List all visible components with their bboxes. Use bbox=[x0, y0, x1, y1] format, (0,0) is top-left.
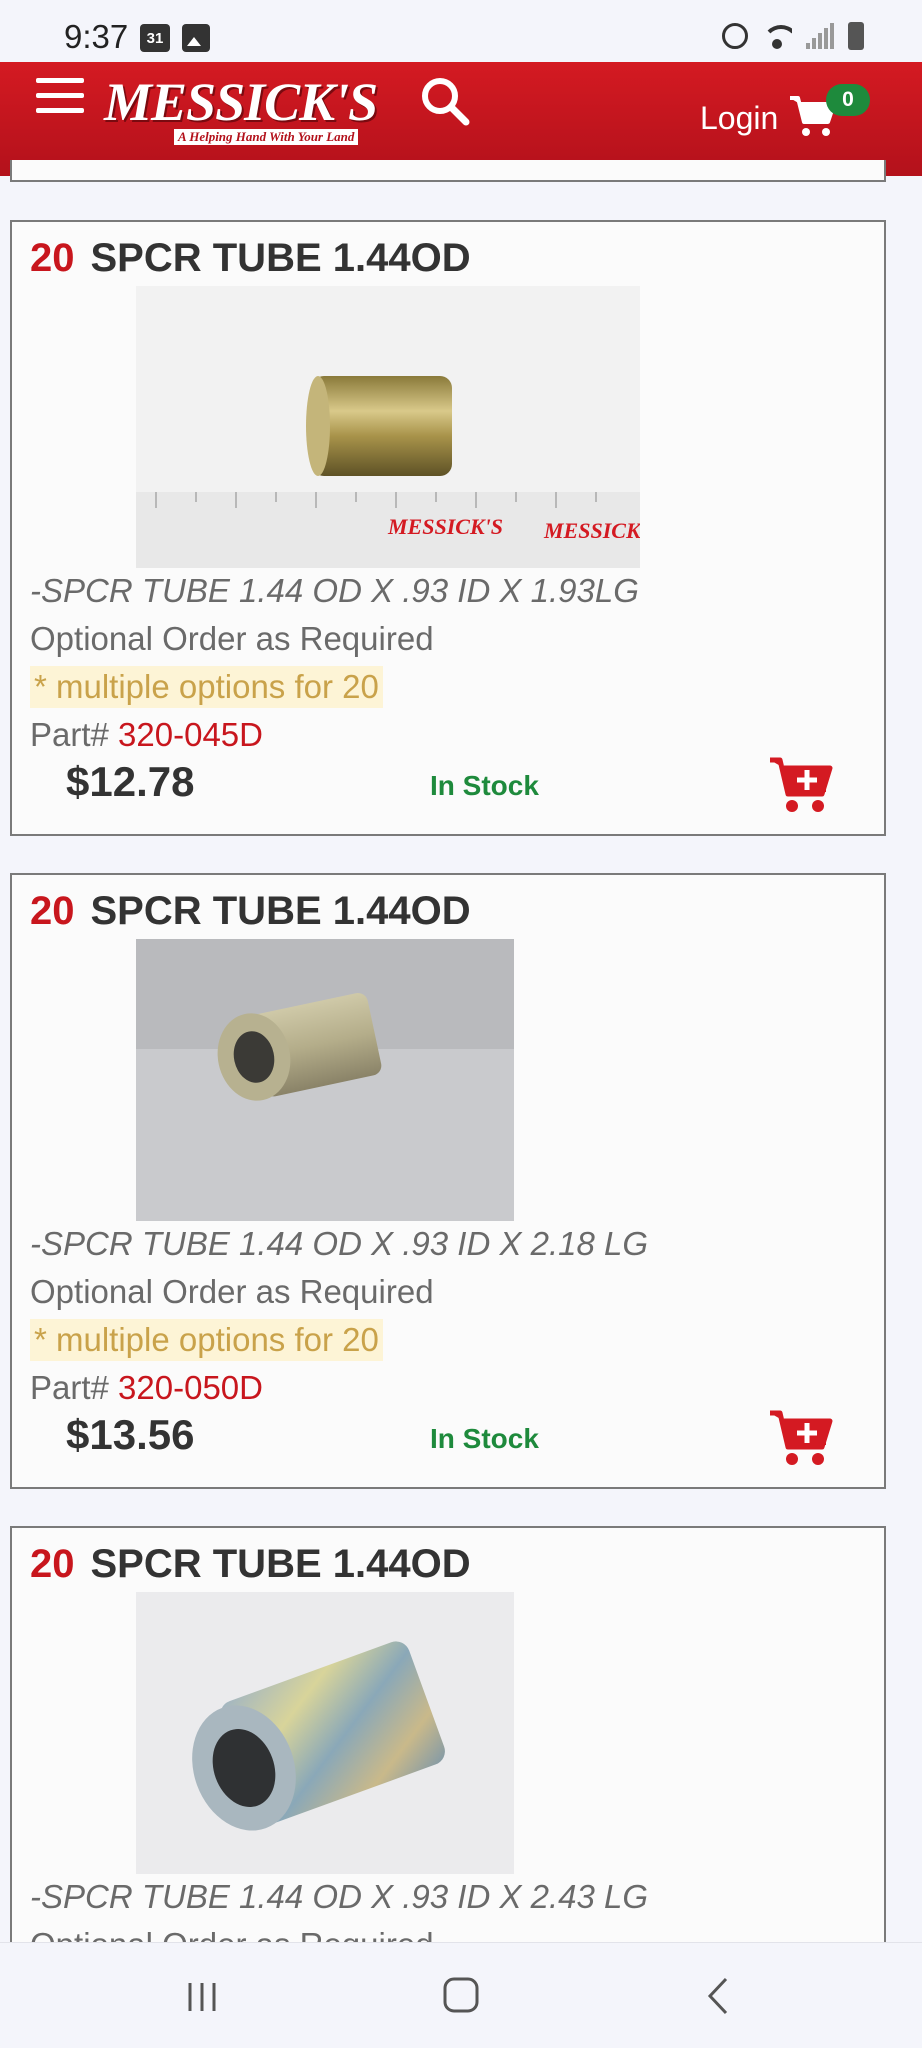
search-icon[interactable] bbox=[418, 74, 472, 128]
ruler-brand-text: MESSICK'S bbox=[543, 518, 640, 543]
status-icons bbox=[722, 22, 864, 50]
add-to-cart-icon[interactable] bbox=[768, 1407, 834, 1469]
part-number-value[interactable]: 320-050D bbox=[118, 1369, 263, 1406]
system-nav-bar bbox=[0, 1942, 922, 2048]
home-icon[interactable] bbox=[431, 1971, 491, 2021]
wifi-icon bbox=[762, 23, 792, 49]
part-label: Part# bbox=[30, 716, 109, 753]
stock-status: In Stock bbox=[430, 770, 539, 801]
signal-icon bbox=[806, 23, 834, 49]
cart-count-badge: 0 bbox=[826, 84, 870, 116]
product-name: SPCR TUBE 1.44OD bbox=[90, 1542, 471, 1586]
product-card[interactable]: 20 SPCR TUBE 1.44OD -SPCR TUBE 1.44 OD X … bbox=[10, 1526, 886, 1963]
image-icon bbox=[182, 24, 210, 52]
recent-apps-icon[interactable] bbox=[172, 1971, 232, 2021]
alarm-icon bbox=[722, 23, 748, 49]
multiple-options-note[interactable]: * multiple options for 20 bbox=[30, 666, 383, 708]
calendar-icon: 31 bbox=[140, 24, 170, 52]
product-qty: 20 bbox=[30, 1542, 75, 1586]
brand-logo[interactable]: MESSICK'S A Helping Hand With Your Land bbox=[104, 72, 388, 148]
battery-icon bbox=[848, 22, 864, 50]
add-to-cart-icon[interactable] bbox=[768, 754, 834, 816]
order-note: Optional Order as Required bbox=[30, 620, 434, 657]
product-image[interactable] bbox=[136, 939, 514, 1221]
brand-tagline: A Helping Hand With Your Land bbox=[174, 129, 359, 145]
product-title[interactable]: 20 SPCR TUBE 1.44OD bbox=[30, 1542, 471, 1587]
product-image[interactable] bbox=[136, 1592, 514, 1874]
status-bar: 9:37 31 bbox=[0, 0, 922, 62]
multiple-options-note[interactable]: * multiple options for 20 bbox=[30, 1319, 383, 1361]
part-number-value[interactable]: 320-045D bbox=[118, 716, 263, 753]
back-icon[interactable] bbox=[690, 1971, 750, 2021]
stock-status: In Stock bbox=[430, 1423, 539, 1454]
menu-icon[interactable] bbox=[36, 78, 84, 118]
product-title[interactable]: 20 SPCR TUBE 1.44OD bbox=[30, 889, 471, 934]
product-price: $13.56 bbox=[66, 1411, 195, 1458]
ruler-brand-text: MESSICK'S bbox=[387, 514, 503, 539]
login-link[interactable]: Login bbox=[700, 100, 778, 137]
previous-product-card bbox=[10, 160, 886, 182]
product-name: SPCR TUBE 1.44OD bbox=[90, 889, 471, 933]
product-name: SPCR TUBE 1.44OD bbox=[90, 236, 471, 280]
product-price: $12.78 bbox=[66, 758, 195, 805]
product-description: -SPCR TUBE 1.44 OD X .93 ID X 1.93LG bbox=[30, 572, 639, 609]
status-time: 9:37 bbox=[64, 18, 129, 55]
product-qty: 20 bbox=[30, 236, 75, 280]
product-qty: 20 bbox=[30, 889, 75, 933]
product-card[interactable]: 20 SPCR TUBE 1.44OD MESSICK'S MESSICK'S bbox=[10, 220, 886, 836]
order-note: Optional Order as Required bbox=[30, 1273, 434, 1310]
part-number: Part# 320-050D bbox=[30, 1369, 263, 1407]
site-header: MESSICK'S A Helping Hand With Your Land … bbox=[0, 62, 922, 176]
product-title[interactable]: 20 SPCR TUBE 1.44OD bbox=[30, 236, 471, 281]
product-card[interactable]: 20 SPCR TUBE 1.44OD -SPCR TUBE 1.44 OD X … bbox=[10, 873, 886, 1489]
part-number: Part# 320-045D bbox=[30, 716, 263, 754]
product-image[interactable]: MESSICK'S MESSICK'S bbox=[136, 286, 640, 568]
product-description: -SPCR TUBE 1.44 OD X .93 ID X 2.18 LG bbox=[30, 1225, 649, 1262]
product-description: -SPCR TUBE 1.44 OD X .93 ID X 2.43 LG bbox=[30, 1878, 649, 1915]
part-label: Part# bbox=[30, 1369, 109, 1406]
brand-name: MESSICK'S bbox=[104, 72, 378, 132]
